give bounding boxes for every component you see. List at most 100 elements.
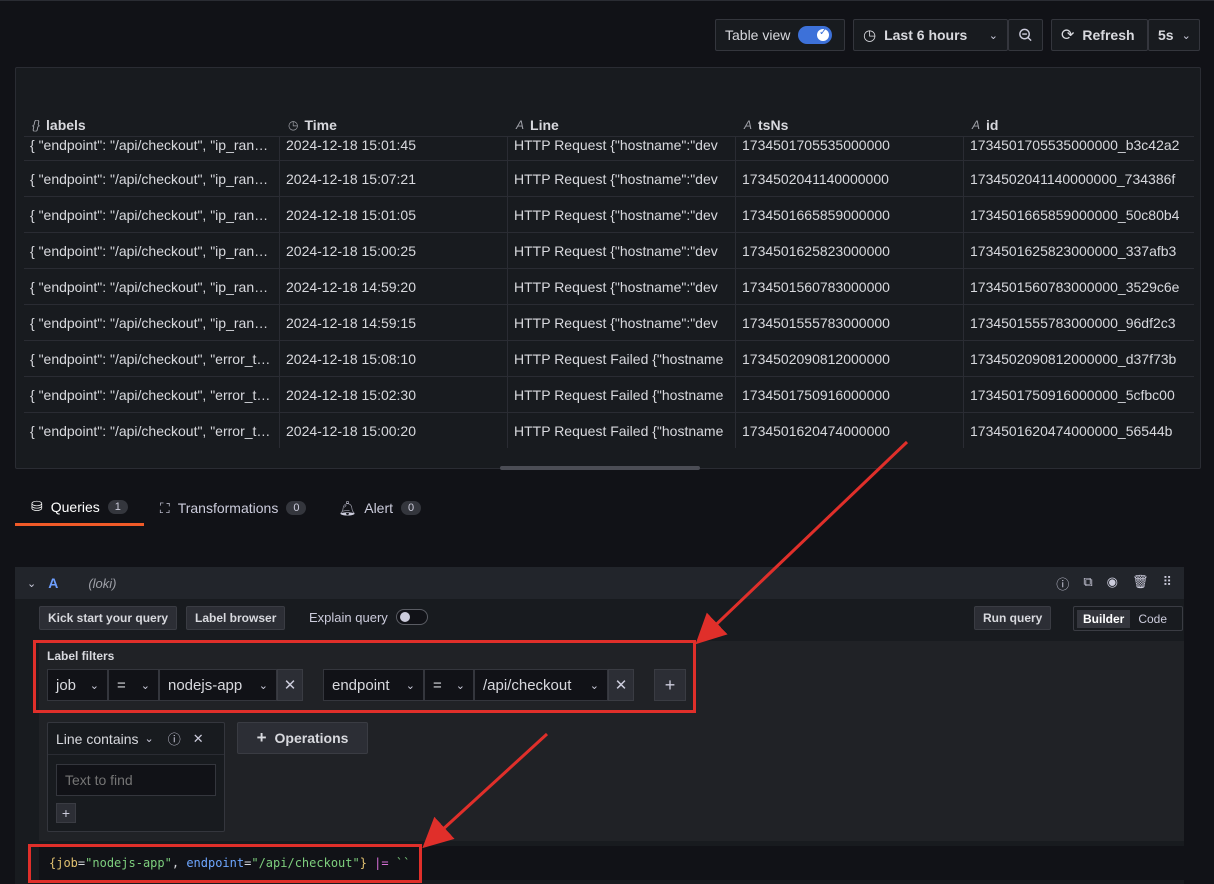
add-parameter-button[interactable]: + (56, 803, 76, 823)
cell-id: 1734502041140000000_734386f (970, 170, 1176, 187)
column-header-line[interactable]: A Line (508, 112, 736, 138)
tab-label: Transformations (177, 500, 279, 516)
cell-id: 1734501625823000000_337afb3 (970, 242, 1177, 259)
tab-label: Alert (364, 500, 394, 516)
bell-icon: 🔔︎ (338, 499, 357, 516)
table-row[interactable]: { "endpoint": "/api/checkout", "ip_ran… 2… (24, 196, 1194, 232)
tab-alert[interactable]: 🔔︎ Alert 0 (322, 490, 437, 526)
zoom-out-icon (1019, 28, 1032, 42)
builder-code-switch: Builder Code (1073, 606, 1183, 631)
table-row[interactable]: { "endpoint": "/api/checkout", "error_t…… (24, 340, 1194, 376)
refresh-button[interactable]: ⟳ Refresh (1051, 19, 1148, 51)
tab-label: Queries (50, 498, 100, 515)
collapse-chevron-icon[interactable]: ⌄ (27, 577, 36, 590)
eye-icon[interactable]: ◉ (1107, 574, 1118, 593)
close-icon[interactable]: ✕ (193, 731, 204, 747)
query-letter[interactable]: A (48, 575, 58, 591)
cell-line: HTTP Request {"hostname":"dev (508, 305, 736, 340)
table-row[interactable]: { "endpoint": "/api/checkout", "ip_ran… 2… (24, 136, 1194, 160)
editor-tabs: ⛁ Queries 1 ⛶ Transformations 0 🔔︎ Alert… (15, 490, 437, 526)
cell-time: 2024-12-18 15:02:30 (280, 377, 508, 412)
cell-line: HTTP Request {"hostname":"dev (508, 269, 736, 304)
count-badge: 0 (401, 501, 422, 515)
table-panel: {} labels ◷ Time A Line AtsNs Aid { "endpoi… (15, 67, 1201, 469)
label-browser-button[interactable]: Label browser (186, 606, 286, 630)
refresh-interval-label: 5s (1158, 27, 1174, 43)
refresh-interval-picker[interactable]: 5s ⌄ (1148, 19, 1200, 51)
cell-time: 2024-12-18 15:07:21 (280, 161, 508, 196)
operation-header: Line contains ⌄ ⓘ ✕ (48, 723, 224, 755)
table-row[interactable]: { "endpoint": "/api/checkout", "ip_ran… 2… (24, 160, 1194, 196)
dashboard-toolbar: Table view ✓ ◷ Last 6 hours ⌄ ⟳ Refresh … (0, 0, 1214, 66)
query-datasource: (loki) (88, 575, 117, 591)
explain-query-toggle[interactable] (396, 609, 428, 625)
query-row-header: ⌄ A (loki) ⓘ ⧉ ◉ 🗑︎ ⠿ (15, 567, 1184, 599)
cell-id: 1734501555783000000_96df2c3 (970, 314, 1176, 331)
horizontal-scrollbar[interactable] (500, 466, 700, 470)
builder-mode-button[interactable]: Builder (1077, 609, 1131, 628)
cell-labels: { "endpoint": "/api/checkout", "ip_ran… (24, 233, 280, 268)
cell-time: 2024-12-18 15:00:20 (280, 413, 508, 448)
zoom-out-button[interactable] (1008, 19, 1043, 51)
table-view-label: Table view (725, 27, 791, 43)
clock-icon: ◷ (863, 27, 877, 44)
cell-tsns: 1734502041140000000 (736, 161, 964, 196)
count-badge: 0 (286, 501, 307, 515)
drag-handle-icon[interactable]: ⠿ (1162, 574, 1172, 593)
column-header-time[interactable]: ◷ Time (280, 112, 508, 138)
cell-line: HTTP Request Failed {"hostname (508, 341, 736, 376)
operation-title[interactable]: Line contains (56, 731, 139, 747)
text-type-icon: A (744, 118, 753, 132)
annotation-box-logql (28, 844, 422, 883)
cell-time: 2024-12-18 15:08:10 (280, 341, 508, 376)
count-badge: 1 (107, 499, 128, 514)
cell-tsns: 1734501750916000000 (736, 377, 964, 412)
cell-tsns: 1734501560783000000 (736, 269, 964, 304)
cell-tsns: 1734501625823000000 (736, 233, 964, 268)
cell-time: 2024-12-18 15:00:25 (280, 233, 508, 268)
column-header-labels[interactable]: {} labels (24, 112, 280, 138)
cell-labels: { "endpoint": "/api/checkout", "ip_ran… (24, 269, 280, 304)
cell-time: 2024-12-18 14:59:15 (280, 305, 508, 340)
cell-labels: { "endpoint": "/api/checkout", "ip_ran… (24, 137, 280, 160)
table-row[interactable]: { "endpoint": "/api/checkout", "ip_ran… 2… (24, 268, 1194, 304)
text-type-icon: A (972, 118, 981, 132)
help-icon[interactable]: ⓘ (1056, 574, 1069, 593)
run-query-button[interactable]: Run query (974, 606, 1052, 630)
time-range-label: Last 6 hours (884, 27, 968, 43)
chevron-down-icon: ⌄ (1181, 29, 1191, 42)
line-contains-operation: Line contains ⌄ ⓘ ✕ + (47, 722, 225, 832)
cell-tsns: 1734501555783000000 (736, 305, 964, 340)
database-icon: ⛁ (31, 498, 43, 514)
toggle-switch[interactable]: ✓ (798, 26, 833, 44)
code-mode-button[interactable]: Code (1138, 612, 1167, 626)
duplicate-icon[interactable]: ⧉ (1083, 574, 1092, 593)
chevron-down-icon: ⌄ (988, 29, 998, 42)
table-row[interactable]: { "endpoint": "/api/checkout", "error_t…… (24, 412, 1194, 448)
refresh-icon: ⟳ (1061, 27, 1075, 44)
cell-line: HTTP Request Failed {"hostname (508, 413, 736, 448)
cell-time: 2024-12-18 14:59:20 (280, 269, 508, 304)
cell-tsns: 1734501620474000000 (736, 413, 964, 448)
cell-tsns: 1734501705535000000 (736, 137, 964, 160)
table-view-toggle[interactable]: Table view ✓ (715, 19, 845, 51)
table-row[interactable]: { "endpoint": "/api/checkout", "error_t…… (24, 376, 1194, 412)
kick-start-button[interactable]: Kick start your query (39, 606, 178, 630)
cell-labels: { "endpoint": "/api/checkout", "error_t… (24, 341, 280, 376)
tab-queries[interactable]: ⛁ Queries 1 (15, 490, 144, 526)
cell-id: 1734501705535000000_b3c42a2 (970, 137, 1180, 153)
tab-transformations[interactable]: ⛶ Transformations 0 (144, 490, 323, 526)
table-row[interactable]: { "endpoint": "/api/checkout", "ip_ran… 2… (24, 232, 1194, 268)
text-to-find-input[interactable] (56, 764, 216, 796)
column-header-id[interactable]: Aid (964, 112, 1194, 138)
chevron-down-icon[interactable]: ⌄ (145, 732, 154, 745)
cell-line: HTTP Request {"hostname":"dev (508, 137, 736, 160)
column-header-tsns[interactable]: AtsNs (736, 112, 964, 138)
trash-icon[interactable]: 🗑︎ (1132, 574, 1149, 593)
cell-line: HTTP Request {"hostname":"dev (508, 161, 736, 196)
cell-line: HTTP Request Failed {"hostname (508, 377, 736, 412)
table-row[interactable]: { "endpoint": "/api/checkout", "ip_ran… 2… (24, 304, 1194, 340)
operations-button[interactable]: + Operations (237, 722, 368, 754)
time-range-picker[interactable]: ◷ Last 6 hours ⌄ (853, 19, 1008, 51)
info-icon[interactable]: ⓘ (168, 729, 181, 748)
